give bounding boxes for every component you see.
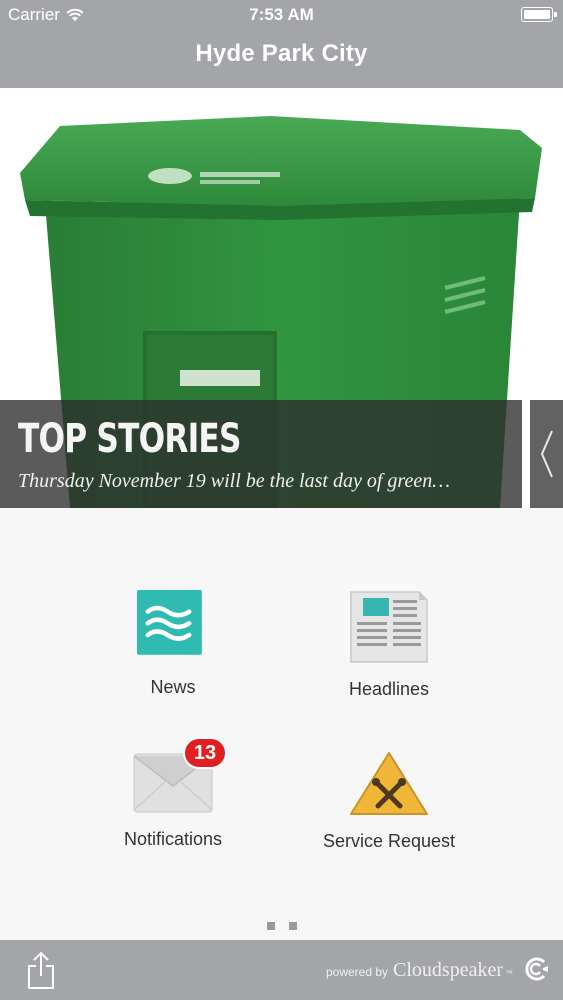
service-request-label: Service Request	[322, 831, 456, 851]
powered-by-credit: powered by Cloudspeaker ™	[326, 959, 513, 982]
headlines-tile[interactable]: Headlines	[289, 590, 489, 700]
nav-bar: Carrier 7:53 AM Hyde Park City	[0, 0, 563, 88]
story-headline[interactable]: Thursday November 19 will be the last da…	[18, 470, 518, 493]
notification-count-badge: 13	[183, 737, 227, 769]
waves-icon	[137, 590, 202, 655]
notifications-label: Notifications	[123, 829, 223, 849]
status-time: 7:53 AM	[249, 5, 314, 24]
top-stories-overlay: TOP STORIES Thursday November 19 will be…	[0, 400, 522, 508]
expand-stories-button[interactable]	[530, 400, 563, 508]
headlines-label: Headlines	[348, 679, 430, 699]
page-indicator[interactable]	[267, 922, 297, 930]
status-bar: Carrier 7:53 AM	[0, 0, 563, 30]
page-title: Hyde Park City	[195, 40, 368, 67]
chevron-left-icon	[540, 430, 553, 478]
news-label: News	[150, 677, 196, 697]
notifications-tile[interactable]: Notifications	[73, 750, 273, 850]
powered-by-label: powered by	[325, 965, 389, 979]
newspaper-icon	[350, 591, 428, 663]
page-dot-2[interactable]	[289, 922, 297, 930]
share-icon[interactable]	[26, 950, 56, 990]
bottom-toolbar: powered by Cloudspeaker ™	[0, 940, 563, 1000]
page-dot-1[interactable]	[267, 922, 275, 930]
brand-name: Cloudspeaker	[393, 959, 503, 981]
top-stories-banner[interactable]: TOP STORIES Thursday November 19 will be…	[0, 88, 563, 508]
trademark-symbol: ™	[505, 969, 513, 978]
section-title: TOP STORIES	[18, 416, 241, 462]
cloudspeaker-logo-icon	[525, 957, 548, 981]
tools-warning-icon	[350, 752, 428, 815]
service-request-tile[interactable]: Service Request	[289, 750, 489, 852]
news-tile[interactable]: News	[73, 590, 273, 698]
battery-icon	[521, 7, 557, 22]
